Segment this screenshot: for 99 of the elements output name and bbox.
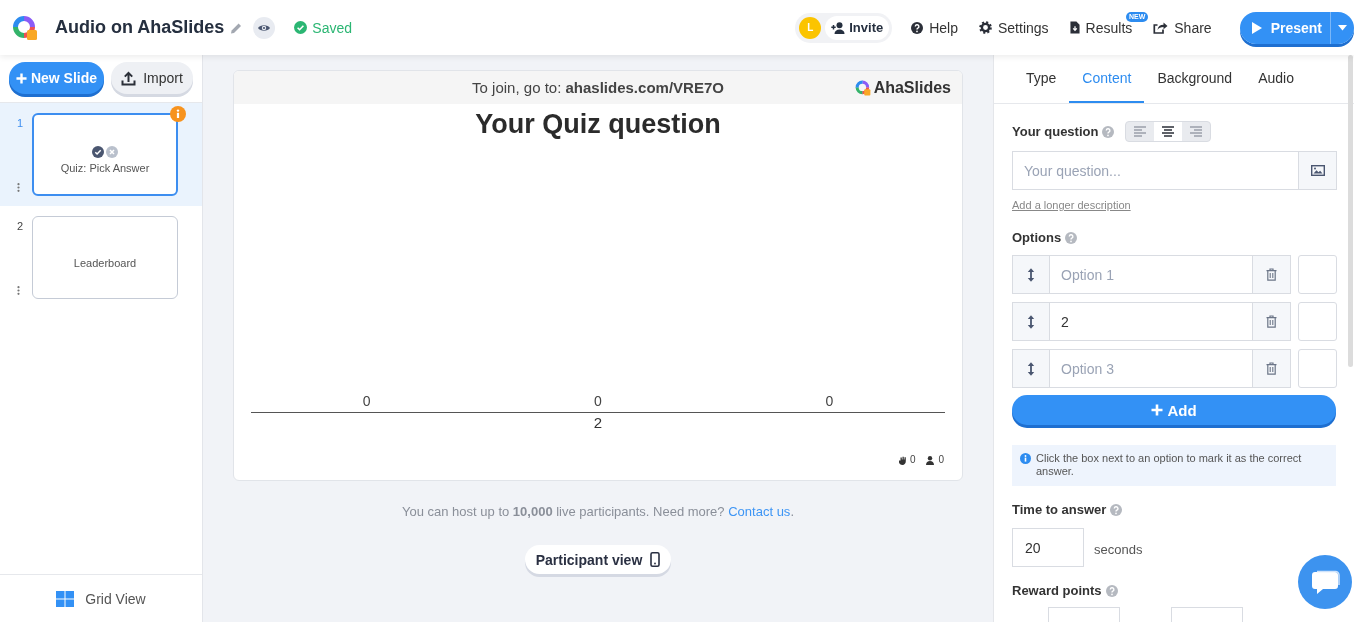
correct-answer-checkbox[interactable] [1298, 302, 1337, 341]
help-icon[interactable] [1105, 584, 1118, 597]
slide-number: 2 [17, 220, 24, 232]
drag-handle-button[interactable] [1012, 255, 1050, 294]
question-input[interactable]: Your question... [1012, 151, 1298, 190]
grid-icon [56, 590, 75, 607]
delete-option-button[interactable] [1252, 302, 1291, 341]
scrollbar-thumb[interactable] [1348, 55, 1353, 367]
editor-tab[interactable]: Content [1069, 55, 1145, 103]
pencil-icon[interactable] [230, 21, 243, 34]
present-menu-button[interactable] [1330, 11, 1354, 44]
slide-label: Leaderboard [73, 256, 137, 269]
trash-icon [1266, 268, 1277, 281]
correct-answer-checkbox[interactable] [1298, 255, 1337, 294]
x-circle-icon [106, 145, 118, 158]
info-badge-icon[interactable] [170, 106, 186, 122]
editor-tab[interactable]: Type [1013, 55, 1070, 103]
save-status: Saved [312, 19, 353, 36]
help-icon[interactable] [1102, 125, 1115, 138]
delete-option-button[interactable] [1252, 255, 1291, 294]
answer-count: 0 [362, 393, 371, 409]
help-icon[interactable] [1065, 231, 1078, 244]
caret-icon [1338, 24, 1347, 31]
app-logo-icon[interactable] [12, 14, 38, 41]
options-label: Options [1012, 230, 1062, 245]
double-arrow-icon [1027, 267, 1035, 282]
double-arrow-icon [1027, 314, 1035, 329]
brand-name: AhaSlides [873, 78, 951, 97]
host-limit-note: You can host up to 10,000 live participants. Need more? Contact us. [402, 504, 794, 519]
slide-list-item[interactable]: 1 Quiz: Pick Answer [0, 103, 202, 206]
join-instruction: To join, go to: ahaslides.com/VRE7O [472, 79, 724, 96]
option-input[interactable]: Option 3 [1050, 349, 1252, 388]
phone-icon [650, 552, 661, 567]
hand-icon [897, 455, 907, 465]
time-input[interactable]: 20 [1012, 528, 1084, 567]
slide-label: Quiz: Pick Answer [60, 161, 150, 174]
time-unit: seconds [1094, 542, 1143, 557]
answer-count: 0 [825, 393, 834, 409]
hint-text: Click the box next to an option to mark it as the correct answer. [1036, 452, 1303, 478]
reaction-count: 0 [909, 454, 916, 466]
results-button[interactable]: Results [1069, 19, 1133, 36]
gear-icon [979, 21, 992, 34]
editor-tab[interactable]: Audio [1245, 55, 1307, 103]
slide-thumbnail[interactable]: Quiz: Pick Answer [32, 113, 178, 196]
align-center-icon [1162, 126, 1175, 137]
plus-icon [15, 72, 27, 84]
help-button[interactable]: Help [911, 19, 958, 36]
invite-button[interactable]: Invite [825, 15, 890, 40]
participant-count: 0 [938, 454, 944, 466]
person-icon [926, 455, 936, 465]
correct-answer-checkbox[interactable] [1298, 349, 1337, 388]
presentation-title[interactable]: Audio on AhaSlides [55, 17, 225, 38]
delete-option-button[interactable] [1252, 349, 1291, 388]
settings-button[interactable]: Settings [979, 19, 1049, 36]
check-circle-icon [92, 145, 104, 158]
import-button[interactable]: Import [111, 62, 193, 94]
drag-handle-button[interactable] [1012, 302, 1050, 341]
grid-view-button[interactable]: Grid View [56, 590, 146, 607]
min-points-field[interactable] [1171, 607, 1243, 622]
add-description-link[interactable]: Add a longer description [1012, 199, 1131, 211]
slide-title: Your Quiz question [475, 108, 721, 141]
upload-icon [121, 70, 137, 86]
slide-list-item[interactable]: 2 Leaderboard [0, 206, 202, 309]
brand-logo-icon [854, 79, 871, 96]
plus-icon [1151, 404, 1164, 416]
trash-icon [1266, 362, 1277, 375]
align-right-icon [1190, 126, 1203, 137]
answer-count: 0 [594, 393, 602, 409]
slide-number: 1 [17, 117, 24, 129]
drag-dots-icon[interactable] [17, 286, 20, 295]
play-icon [1251, 21, 1262, 34]
option-input[interactable]: Option 1 [1050, 255, 1252, 294]
slide-thumbnail[interactable]: Leaderboard [32, 216, 178, 299]
file-download-icon [1069, 21, 1080, 34]
align-left-icon [1134, 126, 1147, 137]
share-button[interactable]: Share [1153, 19, 1212, 36]
drag-handle-button[interactable] [1012, 349, 1050, 388]
editor-tab[interactable]: Background [1144, 55, 1246, 103]
align-center-button[interactable] [1154, 122, 1183, 141]
participant-view-button[interactable]: Participant view [524, 545, 672, 574]
chat-icon[interactable] [1298, 555, 1352, 609]
option-label: 2 [593, 414, 603, 432]
eye-icon[interactable] [253, 16, 276, 39]
trash-icon [1266, 315, 1277, 328]
max-points-field[interactable] [1048, 607, 1120, 622]
reward-label: Reward points [1012, 583, 1102, 598]
time-label: Time to answer [1012, 502, 1107, 517]
add-image-button[interactable] [1298, 151, 1337, 190]
share-icon [1153, 21, 1169, 34]
help-icon [911, 21, 924, 34]
question-label: Your question [1012, 124, 1099, 139]
image-icon [1310, 165, 1325, 176]
double-arrow-icon [1027, 361, 1035, 376]
info-icon [1020, 453, 1031, 464]
check-circle-icon [294, 21, 308, 34]
help-icon[interactable] [1110, 503, 1123, 516]
option-input[interactable]: 2 [1050, 302, 1252, 341]
person-plus-icon [831, 21, 846, 34]
drag-dots-icon[interactable] [17, 183, 20, 192]
